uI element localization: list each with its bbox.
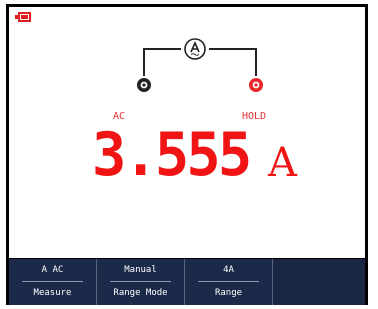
meter-frame: AC HOLD 3.555 A A AC Measure Manual Rang…: [6, 4, 368, 305]
meter-screen: AC HOLD 3.555 A: [9, 7, 365, 258]
measurement-reading: 3.555: [92, 120, 252, 190]
softkey-value: 4A: [223, 265, 234, 275]
amp-terminal-icon: [249, 78, 263, 92]
softkey-label: Range Mode: [113, 288, 168, 298]
softkey-bar: A AC Measure Manual Range Mode 4A Range: [9, 259, 365, 305]
measurement-unit: A: [268, 140, 297, 186]
wire-left-horizontal: [143, 48, 181, 50]
battery-icon: [15, 12, 31, 22]
softkey-value: A AC: [41, 265, 64, 275]
softkey-measure[interactable]: A AC Measure: [9, 259, 97, 305]
wire-right-horizontal: [209, 48, 257, 50]
softkey-empty[interactable]: [273, 259, 365, 305]
wire-left-vertical: [143, 48, 145, 76]
com-terminal-icon: [137, 78, 151, 92]
softkey-range-mode[interactable]: Manual Range Mode: [97, 259, 185, 305]
current-probe-icon: [184, 38, 206, 60]
wire-right-vertical: [255, 48, 257, 76]
softkey-label: Measure: [33, 288, 72, 298]
softkey-label: Range: [214, 288, 243, 298]
softkey-range[interactable]: 4A Range: [185, 259, 273, 305]
softkey-value: Manual: [124, 265, 157, 275]
